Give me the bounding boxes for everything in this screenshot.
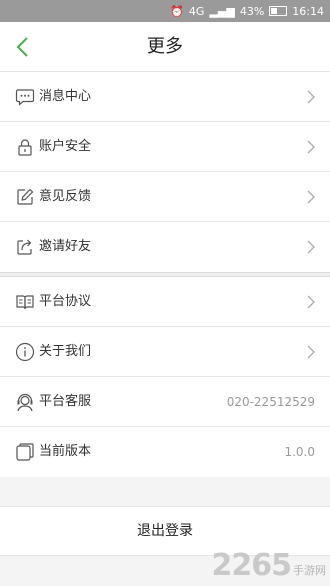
menu-item-invite-friends[interactable]: 邀请好友 (0, 222, 330, 272)
book-icon (16, 295, 34, 310)
battery-percent: 43% (239, 4, 265, 18)
menu-item-platform-agreement[interactable]: 平台协议 (0, 277, 330, 327)
chevron-right-icon (307, 295, 315, 309)
message-bubble-icon (15, 89, 35, 106)
service-phone-number[interactable]: 020-22512529 (227, 377, 315, 427)
logout-button[interactable]: 退出登录 (0, 506, 330, 556)
battery-icon (269, 6, 288, 16)
watermark-text: 手游网 (293, 564, 326, 577)
edit-icon (17, 188, 34, 205)
menu-item-label: 平台客服 (39, 394, 92, 409)
info-icon (15, 342, 35, 362)
status-bar: ⏰ 4G ▂▄▆ 43% 16:14 (0, 0, 330, 22)
menu-item-feedback[interactable]: 意见反馈 (0, 172, 330, 222)
signal-icon: ▂▄▆ (209, 4, 235, 18)
page-title: 更多 (147, 36, 183, 57)
menu-item-label: 消息中心 (39, 89, 92, 104)
back-button[interactable] (12, 34, 36, 60)
menu-item-label: 关于我们 (39, 344, 92, 359)
menu-item-account-security[interactable]: 账户安全 (0, 122, 330, 172)
chevron-right-icon (307, 90, 315, 104)
chevron-right-icon (307, 240, 315, 254)
chevron-right-icon (307, 140, 315, 154)
menu-item-label: 邀请好友 (39, 239, 92, 254)
menu-item-customer-service[interactable]: 平台客服 020-22512529 (0, 377, 330, 427)
menu-item-label: 账户安全 (39, 139, 92, 154)
menu-item-current-version: 当前版本 1.0.0 (0, 427, 330, 477)
chevron-right-icon (307, 345, 315, 359)
menu-item-about-us[interactable]: 关于我们 (0, 327, 330, 377)
app-version-value: 1.0.0 (284, 445, 315, 459)
menu-item-label: 平台协议 (39, 294, 92, 309)
menu-item-label: 当前版本 (39, 444, 92, 459)
menu-item-label: 意见反馈 (39, 189, 92, 204)
menu-item-message-center[interactable]: 消息中心 (0, 72, 330, 122)
nav-bar: 更多 (0, 22, 330, 72)
clock: 16:14 (292, 4, 324, 18)
lock-icon (18, 139, 32, 156)
headset-icon (17, 393, 33, 412)
version-icon (16, 443, 34, 461)
menu-group-secondary: 平台协议 关于我们 平台客服 020-22512529 当前版本 1.0.0 (0, 277, 330, 477)
alarm-icon: ⏰ (170, 4, 184, 18)
menu-group-primary: 消息中心 账户安全 意见反馈 邀请好友 (0, 72, 330, 272)
share-icon (17, 239, 32, 255)
chevron-right-icon (307, 190, 315, 204)
network-indicator: 4G (188, 4, 205, 18)
chevron-left-icon (16, 37, 28, 57)
